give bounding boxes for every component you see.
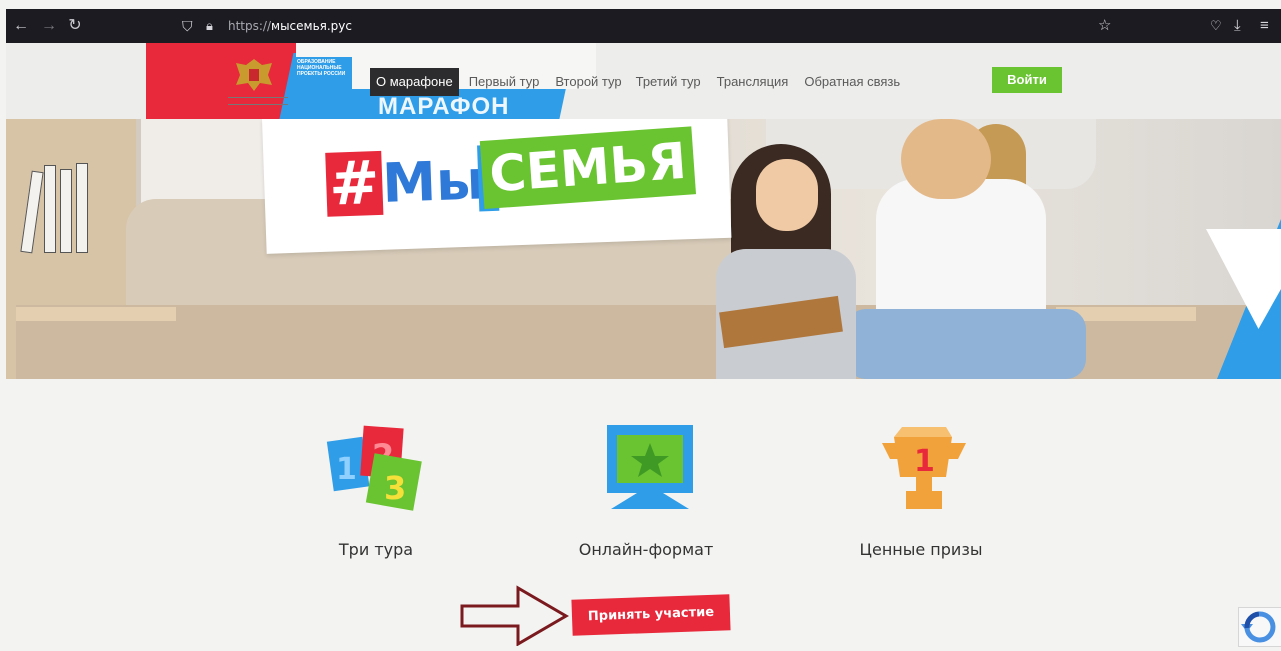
bookmark-star-icon[interactable]: ☆ <box>1098 9 1111 43</box>
shield-icon[interactable]: ⛉ <box>182 9 193 43</box>
menu-item-feedback[interactable]: Обратная связь <box>798 68 906 96</box>
book-image <box>44 165 56 253</box>
feature-label-prizes: Ценные призы <box>859 540 983 559</box>
annotation-arrow-icon <box>460 585 569 646</box>
feature-label-rounds: Три тура <box>338 540 414 559</box>
jeans-image <box>846 309 1086 379</box>
url-host: мысемья.рус <box>271 19 352 33</box>
url-protocol: https:// <box>228 19 272 33</box>
logo-semya: СЕМЬЯ <box>479 126 697 209</box>
menu-item-round3[interactable]: Третий тур <box>630 68 707 96</box>
hero-banner: # Мы СЕМЬЯ <box>6 119 1281 379</box>
menu-item-round1[interactable]: Первый тур <box>463 68 546 96</box>
feature-label-online: Онлайн-формат <box>578 540 714 559</box>
url-text[interactable]: https://мысемья.рус <box>228 9 352 43</box>
pocket-icon[interactable]: ♡ <box>1210 9 1222 43</box>
recaptcha-icon <box>1241 611 1276 643</box>
my-semya-logo: # Мы СЕМЬЯ <box>262 119 732 254</box>
address-bar[interactable]: ⛉ 🔒︎ https://мысемья.рус <box>168 13 1128 39</box>
trophy-icon: 1 <box>882 427 966 509</box>
browser-toolbar: ← → ↻ ⛉ 🔒︎ https://мысемья.рус ☆ ♡ ⤓ ≡ <box>6 9 1281 43</box>
lock-icon[interactable]: 🔒︎ <box>206 9 213 43</box>
features-section: 1 2 3 1 Три тура Онлайн-формат Ценные пр… <box>6 379 1281 647</box>
sofa-arm-image <box>16 307 176 321</box>
svg-text:1: 1 <box>336 452 357 487</box>
login-button[interactable]: Войти <box>992 67 1062 93</box>
girl-face-image <box>756 159 818 231</box>
reload-icon[interactable]: ↻ <box>64 9 86 43</box>
logo-my: Мы <box>381 148 486 215</box>
download-icon[interactable]: ⤓ <box>1234 9 1241 43</box>
ministry-caption <box>228 97 288 105</box>
menu-item-about[interactable]: О марафоне <box>370 68 459 96</box>
main-menu: О марафоне Первый тур Второй тур Третий … <box>370 67 906 97</box>
svg-text:1: 1 <box>914 444 935 479</box>
back-arrow-icon[interactable]: ← <box>10 9 32 43</box>
forward-arrow-icon[interactable]: → <box>38 9 60 43</box>
numbers-123-icon: 1 2 3 <box>326 425 422 511</box>
participate-button[interactable]: Принять участие <box>571 594 731 636</box>
monitor-star-icon <box>607 425 693 509</box>
menu-hamburger-icon[interactable]: ≡ <box>1260 9 1269 43</box>
logo-hash: # <box>325 148 384 220</box>
menu-item-round2[interactable]: Второй тур <box>549 68 627 96</box>
woman-face-image <box>901 119 991 199</box>
ministry-emblem-icon[interactable] <box>232 55 276 95</box>
book-image <box>60 169 72 253</box>
svg-text:3: 3 <box>384 469 406 507</box>
site-header: МАРАФОН ОБРАЗОВАНИЕ НАЦИОНАЛЬНЫЕ ПРОЕКТЫ… <box>6 43 1281 119</box>
menu-item-stream[interactable]: Трансляция <box>711 68 795 96</box>
book-image <box>76 163 88 253</box>
national-projects-logo[interactable]: ОБРАЗОВАНИЕ НАЦИОНАЛЬНЫЕ ПРОЕКТЫ РОССИИ <box>294 57 352 95</box>
recaptcha-badge[interactable] <box>1238 607 1281 647</box>
